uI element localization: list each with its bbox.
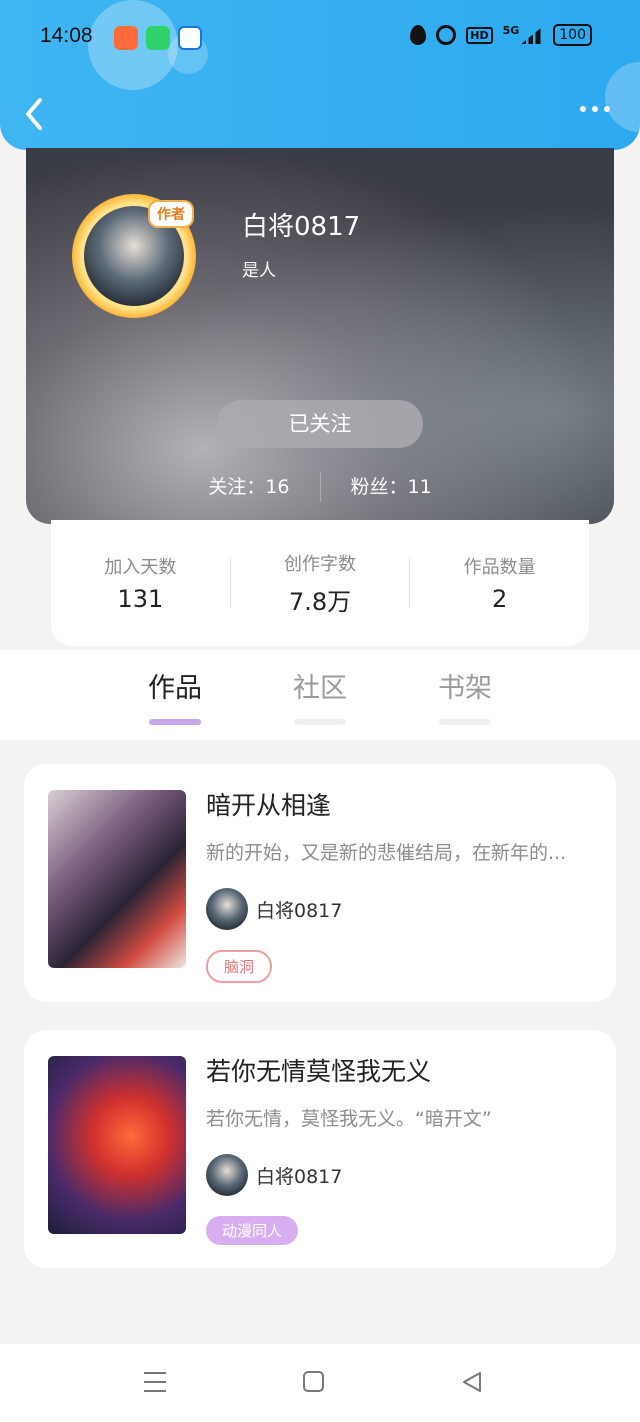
battery-icon: 100 — [553, 24, 592, 46]
book-cover[interactable] — [48, 1056, 186, 1234]
system-nav-bar — [0, 1344, 640, 1422]
home-icon[interactable] — [303, 1371, 324, 1392]
top-header: 14:08 HD 5G 100 — [0, 0, 640, 150]
back-button[interactable] — [22, 96, 48, 132]
tab-works[interactable]: 作品 — [120, 666, 230, 725]
tab-label: 社区 — [293, 673, 347, 704]
username: 白将0817 — [242, 212, 361, 242]
tab-label: 书架 — [438, 673, 492, 704]
alarm-icon — [436, 25, 457, 45]
stat-value: 7.8万 — [288, 587, 352, 616]
book-cover[interactable] — [48, 790, 186, 968]
work-author[interactable]: 白将0817 — [206, 1154, 342, 1196]
menu-icon[interactable] — [144, 1372, 166, 1392]
stat-value: 131 — [117, 585, 164, 613]
stat-word-count: 创作字数 7.8万 — [231, 550, 410, 617]
work-card[interactable]: 若你无情莫怪我无义 若你无情，莫怪我无义。“暗开文” 白将0817 动漫同人 — [24, 1030, 616, 1268]
decor-bubble — [605, 62, 640, 132]
author-name: 白将0817 — [256, 899, 343, 922]
stat-works-count: 作品数量 2 — [410, 553, 589, 613]
stat-join-days: 加入天数 131 — [51, 553, 230, 613]
follow-button[interactable]: 已关注 — [217, 400, 423, 448]
battery-app-icon — [146, 26, 170, 50]
follow-stats: 关注：16 粉丝：11 — [26, 472, 614, 502]
chevron-left-icon — [26, 98, 42, 130]
status-icons: HD 5G 100 — [410, 24, 592, 46]
tab-label: 作品 — [148, 673, 202, 704]
stat-value: 2 — [492, 585, 508, 613]
work-title[interactable]: 暗开从相逢 — [206, 786, 331, 822]
tab-bar: 作品 社区 书架 — [0, 650, 640, 740]
data-saver-icon — [410, 25, 427, 45]
work-card[interactable]: 暗开从相逢 新的开始，又是新的悲催结局，在新年的... 白将0817 脑洞 — [24, 764, 616, 1002]
avatar — [206, 1154, 248, 1196]
author-badge: 作者 — [148, 200, 194, 228]
work-description: 若你无情，莫怪我无义。“暗开文” — [206, 1108, 492, 1130]
stat-label: 创作字数 — [284, 553, 356, 575]
app-notification-icon — [114, 26, 138, 50]
tab-bookshelf[interactable]: 书架 — [410, 666, 520, 725]
avatar — [206, 888, 248, 930]
more-dots-icon — [580, 106, 586, 112]
hd-icon: HD — [466, 26, 493, 44]
app-notification-icon — [178, 26, 202, 50]
back-triangle-icon[interactable] — [460, 1370, 484, 1394]
genre-tag[interactable]: 脑洞 — [206, 950, 273, 983]
tab-indicator — [294, 719, 346, 725]
tab-indicator — [149, 719, 201, 725]
profile-card: 作者 白将0817 是人 已关注 关注：16 粉丝：11 — [26, 148, 614, 524]
stats-panel: 加入天数 131 创作字数 7.8万 作品数量 2 — [51, 520, 589, 646]
more-dot — [592, 106, 598, 112]
more-dot — [604, 106, 610, 112]
following-count[interactable]: 关注：16 — [178, 472, 319, 502]
avatar-frame[interactable]: 作者 — [72, 194, 196, 318]
signal-icon — [521, 26, 544, 44]
network-type: 5G — [502, 23, 520, 37]
followers-count[interactable]: 粉丝：11 — [321, 472, 462, 502]
work-title[interactable]: 若你无情莫怪我无义 — [206, 1052, 431, 1088]
notification-icons — [114, 26, 202, 50]
tab-community[interactable]: 社区 — [265, 666, 375, 725]
work-description: 新的开始，又是新的悲催结局，在新年的... — [206, 842, 567, 864]
stat-label: 加入天数 — [104, 557, 177, 578]
more-options-button[interactable] — [580, 106, 610, 112]
stat-label: 作品数量 — [463, 557, 536, 578]
tab-indicator — [439, 719, 491, 725]
genre-tag[interactable]: 动漫同人 — [206, 1216, 299, 1245]
work-author[interactable]: 白将0817 — [206, 888, 342, 930]
author-name: 白将0817 — [256, 1165, 343, 1188]
user-bio: 是人 — [242, 261, 276, 281]
status-time: 14:08 — [40, 24, 93, 47]
